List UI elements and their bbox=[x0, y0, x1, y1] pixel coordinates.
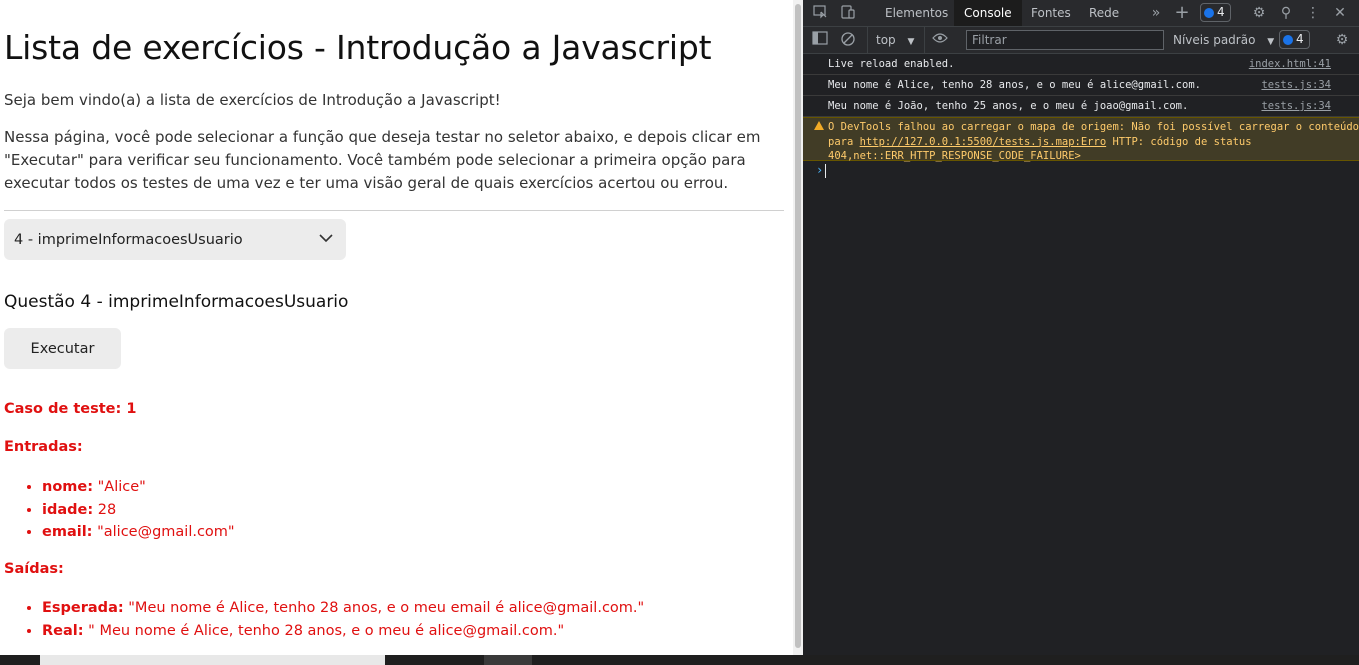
page-title: Lista de exercícios - Introdução a Javas… bbox=[4, 28, 712, 67]
console-source-link[interactable]: tests.js:34 bbox=[1261, 75, 1331, 95]
close-icon[interactable]: ✕ bbox=[1331, 4, 1349, 22]
list-item: Esperada: "Meu nome é Alice, tenho 28 an… bbox=[42, 597, 644, 620]
taskbar-app[interactable] bbox=[484, 655, 532, 665]
divider bbox=[4, 210, 784, 211]
console-source-link[interactable]: tests.js:34 bbox=[1261, 96, 1331, 116]
exercise-select-value: 4 - imprimeInformacoesUsuario bbox=[14, 231, 243, 248]
issues-count: 4 bbox=[1217, 5, 1225, 19]
taskbar bbox=[0, 655, 1359, 665]
list-item: idade: 28 bbox=[42, 499, 235, 522]
inputs-label: Entradas: bbox=[4, 439, 83, 455]
test-case-label: Caso de teste: 1 bbox=[4, 401, 137, 417]
input-key: email: bbox=[42, 524, 93, 540]
tab-elements[interactable]: Elementos bbox=[875, 0, 958, 26]
inspect-element-icon[interactable] bbox=[811, 4, 829, 22]
issues-icon bbox=[1283, 34, 1293, 45]
toolbar-divider bbox=[924, 27, 925, 53]
outputs-list: Esperada: "Meu nome é Alice, tenho 28 an… bbox=[22, 597, 644, 642]
toolbar-divider bbox=[867, 27, 868, 53]
tab-sources[interactable]: Fontes bbox=[1021, 0, 1081, 26]
tab-network[interactable]: Rede bbox=[1079, 0, 1129, 26]
list-item: nome: "Alice" bbox=[42, 476, 235, 499]
console-toolbar: top ▼ Filtrar Níveis padrão ▼ 4 ⚙ bbox=[803, 27, 1359, 54]
output-value: " Meu nome é Alice, tenho 28 anos, e o m… bbox=[83, 622, 565, 639]
sidebar-toggle-icon[interactable] bbox=[811, 31, 829, 49]
console-message: Meu nome é João, tenho 25 anos, e o meu … bbox=[803, 96, 1359, 117]
console-message-text: Live reload enabled. bbox=[828, 58, 955, 70]
toolbar-issues-count: 4 bbox=[1296, 32, 1304, 46]
welcome-text: Seja bem vindo(a) a lista de exercícios … bbox=[4, 91, 501, 109]
eye-icon[interactable] bbox=[931, 31, 949, 49]
taskbar-window[interactable] bbox=[40, 655, 385, 665]
filter-input[interactable]: Filtrar bbox=[966, 30, 1164, 50]
issues-icon bbox=[1204, 7, 1214, 18]
list-item: email: "alice@gmail.com" bbox=[42, 521, 235, 544]
outputs-label: Saídas: bbox=[4, 561, 64, 577]
devtools-tabbar: Elementos Console Fontes Rede » + 4 ⚙ ⚲ … bbox=[803, 0, 1359, 27]
context-selector[interactable]: top ▼ bbox=[876, 27, 914, 53]
page-scrollbar-thumb[interactable] bbox=[795, 4, 801, 648]
caret-down-icon: ▼ bbox=[907, 37, 915, 47]
gear-icon[interactable]: ⚙ bbox=[1250, 4, 1268, 22]
input-key: nome: bbox=[42, 479, 94, 495]
output-key: Esperada: bbox=[42, 600, 124, 616]
caret-down-icon: ▼ bbox=[1267, 37, 1275, 47]
console-message-text: Meu nome é Alice, tenho 28 anos, e o meu… bbox=[828, 79, 1201, 91]
output-value: "Meu nome é Alice, tenho 28 anos, e o me… bbox=[123, 600, 645, 616]
add-tab-icon[interactable]: + bbox=[1173, 4, 1191, 22]
console-message-text: Meu nome é João, tenho 25 anos, e o meu … bbox=[828, 100, 1189, 112]
instructions-text: Nessa página, você pode selecionar a fun… bbox=[4, 128, 761, 192]
toolbar-issues-badge[interactable]: 4 bbox=[1279, 30, 1310, 49]
input-key: idade: bbox=[42, 501, 94, 518]
more-tabs-icon[interactable]: » bbox=[1147, 4, 1165, 22]
warning-link[interactable]: http://127.0.0.1:5500/tests.js.map:Erro bbox=[860, 136, 1107, 148]
input-value: "Alice" bbox=[93, 479, 146, 495]
chevron-down-icon bbox=[319, 234, 333, 243]
input-value: 28 bbox=[93, 501, 117, 518]
question-title: Questão 4 - imprimeInformacoesUsuario bbox=[4, 292, 349, 312]
execute-button[interactable]: Executar bbox=[4, 328, 121, 369]
kebab-menu-icon[interactable]: ⋮ bbox=[1304, 4, 1322, 22]
output-key: Real: bbox=[42, 622, 84, 639]
clear-console-icon[interactable] bbox=[839, 31, 857, 49]
list-item: Real: " Meu nome é Alice, tenho 28 anos,… bbox=[42, 620, 644, 643]
log-levels-dropdown[interactable]: Níveis padrão ▼ bbox=[1173, 27, 1274, 53]
context-value: top bbox=[876, 33, 896, 47]
console-output: Live reload enabled. index.html:41 Meu n… bbox=[803, 54, 1359, 179]
prompt-chevron-icon: › bbox=[816, 163, 824, 177]
share-icon[interactable]: ⚲ bbox=[1277, 4, 1295, 22]
log-levels-value: Níveis padrão bbox=[1173, 33, 1256, 47]
console-prompt[interactable]: › bbox=[803, 161, 1359, 179]
tab-console[interactable]: Console bbox=[954, 0, 1022, 26]
exercise-select[interactable]: 4 - imprimeInformacoesUsuario bbox=[4, 219, 346, 260]
device-toolbar-icon[interactable] bbox=[839, 4, 857, 22]
issues-badge[interactable]: 4 bbox=[1200, 3, 1231, 22]
console-source-link[interactable]: index.html:41 bbox=[1249, 54, 1331, 74]
console-message: Live reload enabled. index.html:41 bbox=[803, 54, 1359, 75]
console-settings-icon[interactable]: ⚙ bbox=[1333, 31, 1351, 49]
input-value: "alice@gmail.com" bbox=[92, 524, 235, 540]
inputs-list: nome: "Alice" idade: 28 email: "alice@gm… bbox=[22, 476, 235, 544]
console-warning: O DevTools falhou ao carregar o mapa de … bbox=[803, 117, 1359, 162]
web-page: Lista de exercícios - Introdução a Javas… bbox=[0, 0, 793, 655]
console-message: Meu nome é Alice, tenho 28 anos, e o meu… bbox=[803, 75, 1359, 96]
devtools-panel: Elementos Console Fontes Rede » + 4 ⚙ ⚲ … bbox=[803, 0, 1359, 655]
warning-icon bbox=[814, 121, 824, 130]
text-caret bbox=[825, 163, 827, 178]
